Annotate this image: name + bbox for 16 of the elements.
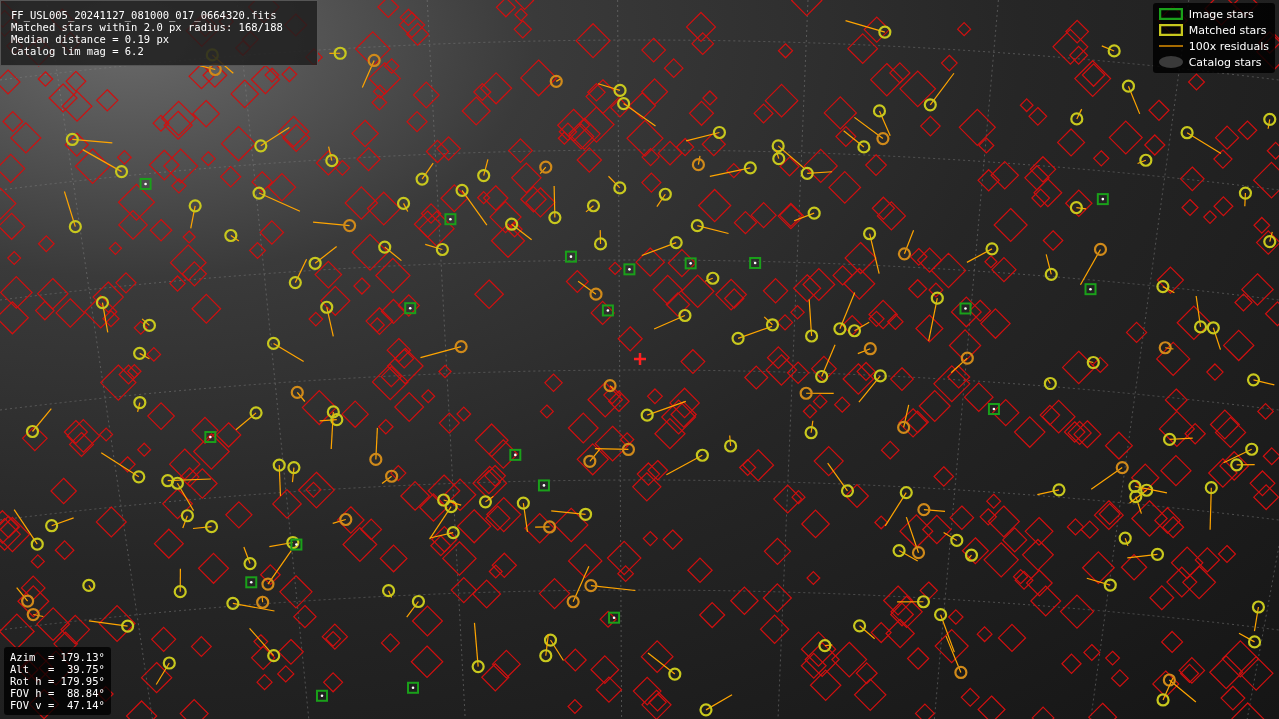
- pointing-line: Azim = 179.13°: [10, 651, 105, 663]
- info-line: Median distance = 0.19 px: [11, 33, 171, 45]
- legend-label: Catalog stars: [1188, 55, 1262, 69]
- info-line: FF_USL005_20241127_081000_017_0664320.fits: [11, 9, 278, 21]
- info-line: Catalog lim mag = 6.2: [11, 45, 145, 57]
- pointing-line: Alt = 39.75°: [10, 663, 105, 675]
- info-line: Matched stars within 2.0 px radius: 168/188: [11, 21, 284, 33]
- legend-label: Matched stars: [1188, 23, 1267, 37]
- square-marker-icon: [1158, 8, 1183, 20]
- legend-label: Image stars: [1188, 7, 1254, 21]
- pointing-line: Rot h = 179.95°: [10, 675, 105, 687]
- ring-marker-icon: [1158, 24, 1183, 36]
- dark-blob-icon: [1158, 56, 1183, 68]
- pointing-line: FOV h = 88.84°: [10, 687, 105, 699]
- legend-label: 100x residuals: [1188, 39, 1269, 53]
- pointing-line: FOV v = 47.14°: [10, 699, 105, 711]
